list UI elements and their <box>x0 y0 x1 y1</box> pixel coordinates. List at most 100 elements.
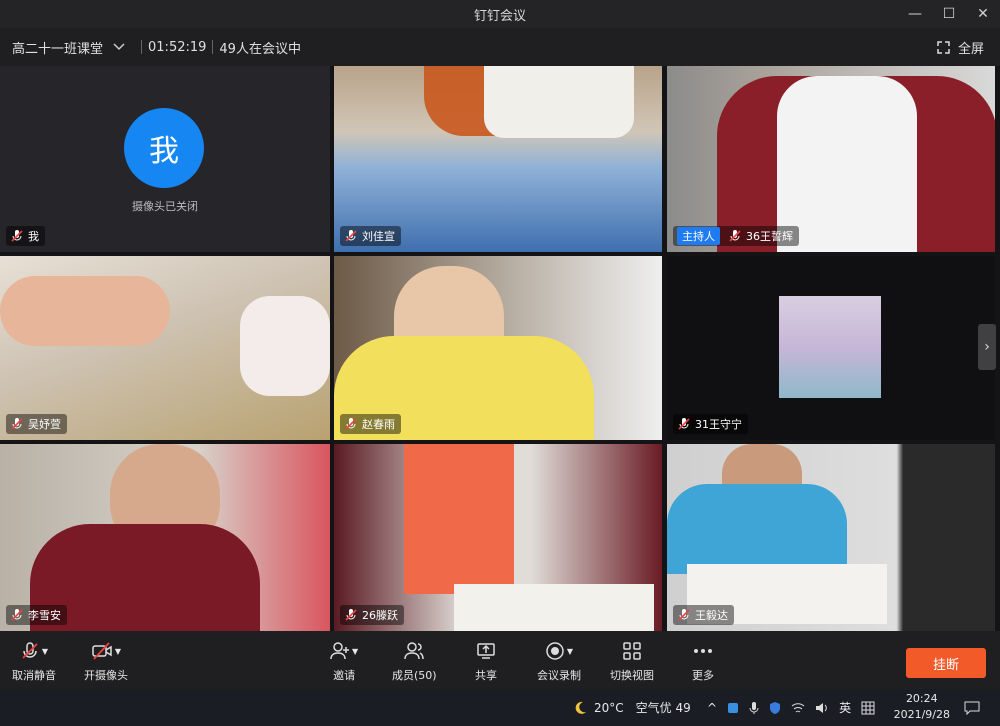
participant-name: 26滕跃 <box>362 609 398 622</box>
minimize-button[interactable]: — <box>898 0 932 28</box>
clock-time: 20:24 <box>905 692 938 705</box>
tray-app-icon[interactable] <box>727 702 739 714</box>
mic-muted-icon <box>11 230 23 242</box>
video-feed-shape <box>0 276 170 346</box>
mic-muted-icon <box>11 418 23 430</box>
shield-icon[interactable] <box>769 701 781 715</box>
mic-muted-icon <box>678 609 690 621</box>
host-badge: 主持人 <box>677 227 720 245</box>
participant-name: 刘佳宣 <box>362 230 395 243</box>
video-grid: 我 摄像头已关闭 我 刘佳宣 主持人 36王誓辉 吴妤萱 赵春雨 31王守宁 李… <box>0 66 1000 631</box>
weather-widget[interactable]: 20°C 空气优 49 <box>572 689 691 726</box>
window-title: 钉钉会议 <box>473 8 526 24</box>
video-tile[interactable]: 李雪安 <box>0 444 330 631</box>
participant-name: 李雪安 <box>28 609 61 622</box>
mic-muted-icon <box>345 609 357 621</box>
clock-date: 2021/9/28 <box>893 708 950 721</box>
video-feed-shape <box>240 296 330 396</box>
start-camera-label: 开摄像头 <box>84 669 128 682</box>
video-feed-shape <box>454 584 654 631</box>
mic-muted-icon <box>345 418 357 430</box>
participant-label: 赵春雨 <box>340 414 401 434</box>
participant-label: 刘佳宣 <box>340 226 401 246</box>
video-tile[interactable]: 王毅达 <box>667 444 995 631</box>
air-quality: 空气优 49 <box>635 701 691 715</box>
record-button[interactable]: ▼ 会议录制 <box>537 639 581 683</box>
members-icon <box>404 642 425 660</box>
ime-indicator[interactable]: 英 <box>839 699 851 716</box>
fullscreen-label: 全屏 <box>957 41 984 57</box>
notification-icon <box>964 701 980 715</box>
fullscreen-button[interactable]: 全屏 <box>937 28 984 66</box>
meeting-toolbar: ▼ 取消静音 ▼ 开摄像头 ▼ 邀请 成员(50) 共享 ▼ 会议录制 切换视图… <box>0 631 1000 689</box>
mic-muted-icon <box>11 609 23 621</box>
chevron-down-icon[interactable] <box>113 41 125 54</box>
video-tile[interactable]: 赵春雨 <box>334 256 662 440</box>
caret-down-icon[interactable]: ▼ <box>567 647 573 656</box>
video-feed-shape <box>667 484 847 574</box>
participant-label: 李雪安 <box>6 605 67 625</box>
hangup-button[interactable]: 挂断 <box>906 648 986 678</box>
record-icon <box>546 642 564 660</box>
invite-label: 邀请 <box>333 669 356 682</box>
members-button[interactable]: 成员(50) <box>392 639 437 683</box>
divider <box>212 40 214 54</box>
title-bar: 钉钉会议 — ☐ ✕ <box>0 0 1000 28</box>
participant-label: 吴妤萱 <box>6 414 67 434</box>
participant-name: 31王守宁 <box>695 418 742 431</box>
chevron-right-icon: › <box>984 339 990 355</box>
participant-label: 31王守宁 <box>673 414 748 434</box>
next-page-button[interactable]: › <box>978 324 996 370</box>
video-feed-shape <box>484 66 634 138</box>
avatar: 我 <box>124 108 204 188</box>
start-camera-button[interactable]: ▼ 开摄像头 <box>84 639 128 683</box>
share-label: 共享 <box>475 669 497 682</box>
notification-button[interactable] <box>964 689 980 726</box>
window-controls: — ☐ ✕ <box>898 0 1000 28</box>
maximize-button[interactable]: ☐ <box>932 0 966 28</box>
participant-label: 26滕跃 <box>340 605 404 625</box>
mic-muted-icon <box>729 230 741 242</box>
unmute-label: 取消静音 <box>12 669 56 682</box>
video-tile[interactable]: 26滕跃 <box>334 444 662 631</box>
share-button[interactable]: 共享 <box>475 639 497 683</box>
share-screen-icon <box>477 643 495 659</box>
system-tray: ^ 英 <box>707 689 875 726</box>
video-tile[interactable]: 吴妤萱 <box>0 256 330 440</box>
divider <box>141 40 143 54</box>
mic-muted-icon <box>678 418 690 430</box>
participant-name: 吴妤萱 <box>28 418 61 431</box>
meeting-name: 高二十一班课堂 <box>12 41 104 57</box>
video-tile-self[interactable]: 我 摄像头已关闭 我 <box>0 66 330 252</box>
switch-view-button[interactable]: 切换视图 <box>610 639 654 683</box>
more-icon <box>694 649 712 653</box>
microphone-icon[interactable] <box>749 701 759 715</box>
speaker-icon[interactable] <box>815 702 829 714</box>
moon-icon <box>575 701 586 714</box>
members-label: 成员(50) <box>392 669 437 682</box>
video-feed-shape <box>404 444 514 594</box>
meeting-duration: 01:52:19 <box>148 39 207 55</box>
unmute-button[interactable]: ▼ 取消静音 <box>12 639 56 683</box>
close-button[interactable]: ✕ <box>966 0 1000 28</box>
video-tile-host[interactable]: 主持人 36王誓辉 <box>667 66 995 252</box>
caret-down-icon[interactable]: ▼ <box>42 647 48 656</box>
invite-button[interactable]: ▼ 邀请 <box>330 639 358 683</box>
meeting-info-bar: 高二十一班课堂 01:52:19 49人在会议中 全屏 <box>0 28 1000 66</box>
video-tile[interactable]: 刘佳宣 <box>334 66 662 252</box>
caret-down-icon[interactable]: ▼ <box>352 647 358 656</box>
record-label: 会议录制 <box>537 669 581 682</box>
chevron-up-icon[interactable]: ^ <box>707 701 717 715</box>
keyboard-grid-icon[interactable] <box>861 701 875 715</box>
more-button[interactable]: 更多 <box>692 639 714 683</box>
participants-count: 49人在会议中 <box>219 41 301 57</box>
switch-view-label: 切换视图 <box>610 669 654 682</box>
video-tile[interactable]: 31王守宁 <box>667 256 995 440</box>
fullscreen-icon <box>937 40 950 54</box>
participant-name: 我 <box>28 230 39 243</box>
participant-name: 36王誓辉 <box>746 230 793 243</box>
caret-down-icon[interactable]: ▼ <box>115 647 121 656</box>
wifi-icon[interactable] <box>791 702 805 714</box>
system-clock[interactable]: 20:24 2021/9/28 <box>894 691 950 723</box>
add-user-icon <box>330 642 349 660</box>
